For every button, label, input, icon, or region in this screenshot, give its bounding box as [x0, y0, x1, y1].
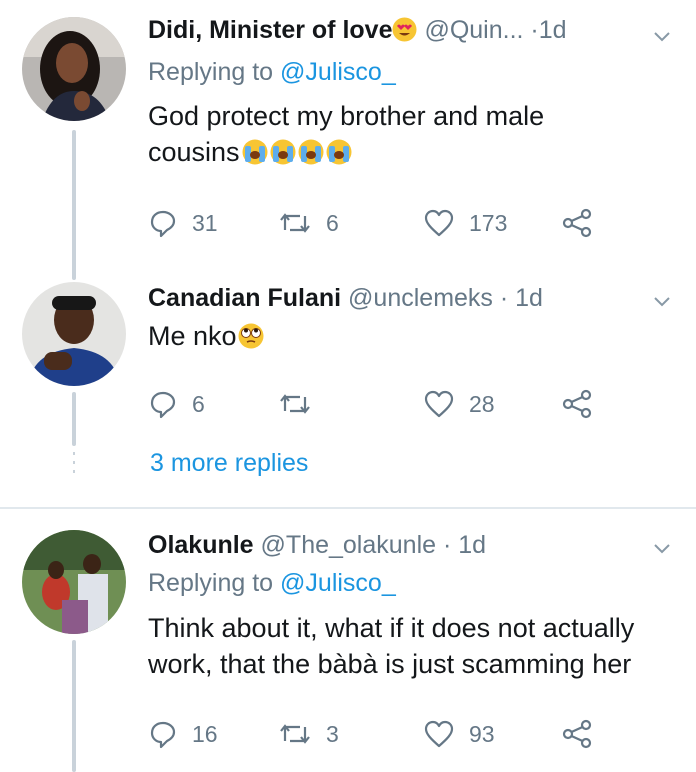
heart-icon [424, 209, 454, 237]
display-name[interactable]: Canadian Fulani [148, 284, 341, 312]
heart-eyes-emoji-icon [392, 17, 417, 42]
retweet-icon [280, 394, 310, 414]
tweet-header: Didi, Minister of love @Quin... ·1d [148, 15, 567, 45]
tweet-actions: 6 28 [148, 388, 608, 420]
replying-to-label: Replying to [148, 569, 274, 597]
timestamp[interactable]: 1d [515, 284, 543, 312]
reply-action[interactable]: 16 [148, 718, 218, 750]
separator-dot: · [443, 531, 452, 559]
tweet-header: Canadian Fulani @unclemeks · 1d [148, 283, 543, 313]
replying-to-label: Replying to [148, 58, 274, 86]
reply-action[interactable]: 6 [148, 388, 205, 420]
separator-dot: · [530, 16, 539, 44]
thread-line [72, 130, 76, 280]
more-replies-link[interactable]: 3 more replies [150, 449, 308, 478]
tweet-header: Olakunle @The_olakunle · 1d [148, 530, 486, 560]
share-action[interactable] [560, 207, 594, 239]
like-action[interactable]: 173 [423, 207, 507, 239]
retweet-action[interactable]: 6 [278, 207, 339, 239]
chevron-down-icon[interactable] [650, 24, 674, 48]
tweet-text: Me nko [148, 318, 265, 354]
loudly-crying-emoji-icon [240, 137, 360, 167]
replying-to: Replying to @Julisco_ [148, 568, 396, 598]
share-icon [562, 389, 592, 419]
thread-line [72, 640, 76, 772]
like-count: 28 [469, 390, 495, 417]
separator-dot: · [499, 284, 509, 312]
like-count: 93 [469, 720, 495, 747]
user-handle[interactable]: @unclemeks [348, 284, 493, 312]
mention-link[interactable]: @Julisco_ [280, 58, 396, 86]
tweet-actions: 16 3 93 [148, 718, 608, 750]
heart-icon [424, 720, 454, 748]
share-icon [562, 208, 592, 238]
timestamp[interactable]: 1d [539, 16, 567, 44]
tweet-text-line: work, that the bàbà is just scamming her [148, 649, 632, 679]
user-handle[interactable]: @The_olakunle [261, 531, 437, 559]
divider [0, 507, 696, 509]
share-icon [562, 719, 592, 749]
like-action[interactable]: 28 [423, 388, 495, 420]
tweet-text-line: Think about it, what if it does not actu… [148, 613, 635, 643]
heart-icon [424, 390, 454, 418]
like-action[interactable]: 93 [423, 718, 495, 750]
avatar[interactable] [22, 282, 126, 386]
retweet-icon [280, 213, 310, 233]
reply-count: 16 [192, 720, 218, 747]
reply-icon [150, 721, 176, 749]
thread-line [72, 392, 76, 446]
reply-count: 6 [192, 390, 205, 417]
reply-icon [150, 391, 176, 419]
display-name[interactable]: Didi, Minister of love [148, 16, 392, 44]
tweet-text-line: cousins [148, 134, 544, 170]
replying-to: Replying to @Julisco_ [148, 57, 396, 87]
tweet-actions: 31 6 173 [148, 207, 608, 239]
share-action[interactable] [560, 718, 594, 750]
avatar[interactable] [22, 17, 126, 121]
retweet-count: 3 [326, 720, 339, 747]
eye-roll-emoji-icon [237, 321, 265, 351]
retweet-count: 6 [326, 209, 339, 236]
thread-dots [73, 452, 75, 473]
user-handle[interactable]: @Quin... [424, 16, 523, 44]
share-action[interactable] [560, 388, 594, 420]
tweet-text: Think about it, what if it does not actu… [148, 610, 634, 682]
reply-icon [150, 210, 176, 238]
chevron-down-icon[interactable] [650, 536, 674, 560]
retweet-action[interactable] [278, 388, 326, 420]
tweet-text-line: God protect my brother and male [148, 101, 545, 131]
timestamp[interactable]: 1d [458, 531, 486, 559]
reply-count: 31 [192, 209, 218, 236]
retweet-action[interactable]: 3 [278, 718, 339, 750]
like-count: 173 [469, 209, 508, 236]
mention-link[interactable]: @Julisco_ [280, 569, 396, 597]
reply-action[interactable]: 31 [148, 207, 218, 239]
retweet-icon [280, 724, 310, 744]
display-name[interactable]: Olakunle [148, 531, 254, 559]
avatar[interactable] [22, 530, 126, 634]
tweet-text: God protect my brother and male cousins [148, 98, 544, 170]
chevron-down-icon[interactable] [650, 289, 674, 313]
